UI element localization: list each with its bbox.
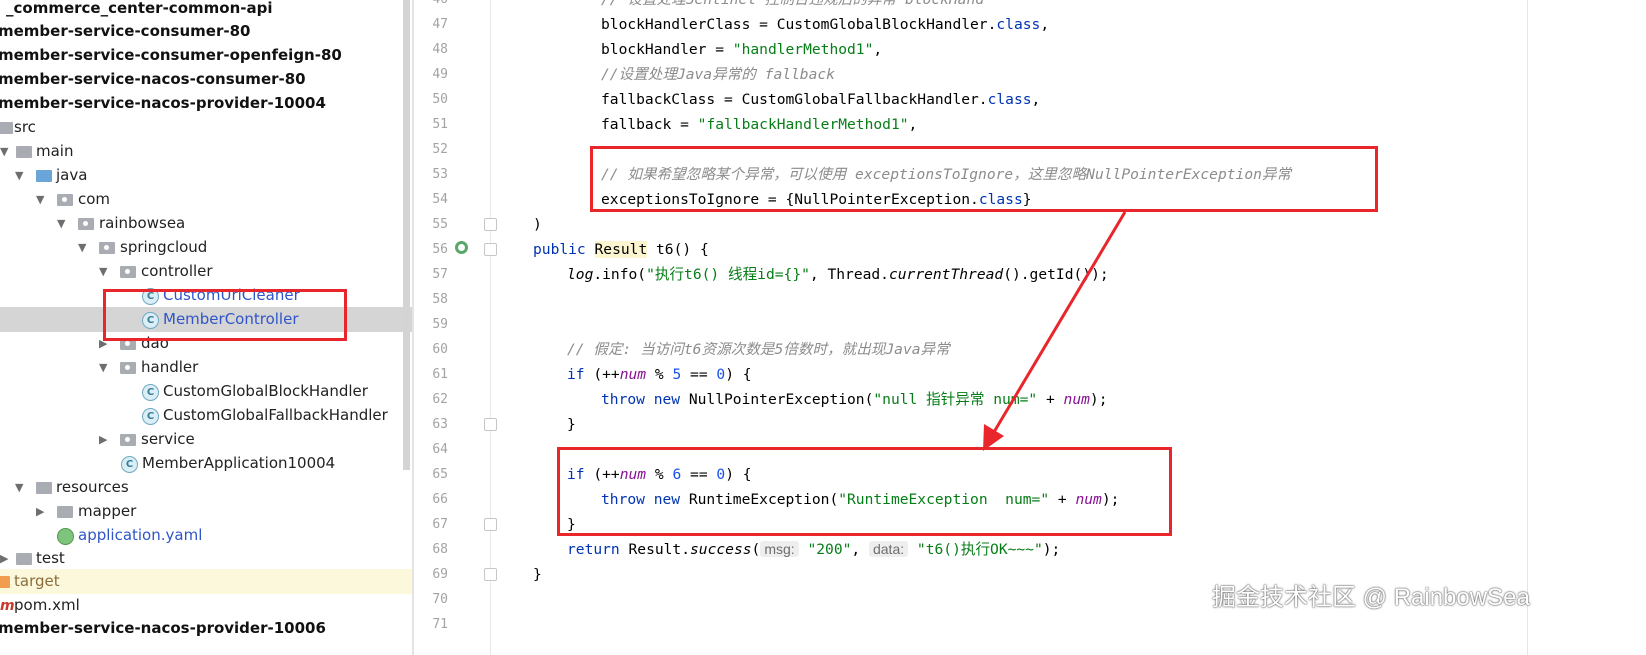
watermark: 掘金技术社区 @ RainbowSea <box>1212 584 1530 611</box>
annotation-arrow <box>983 211 1127 451</box>
